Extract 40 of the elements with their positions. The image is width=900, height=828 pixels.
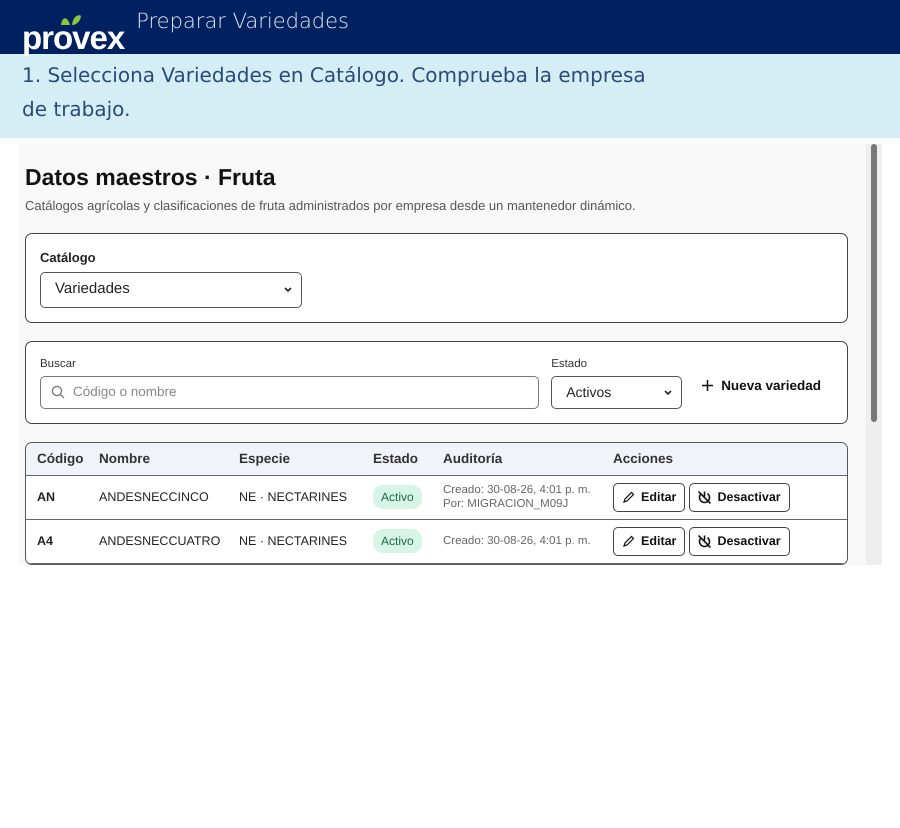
chevron-icon xyxy=(283,285,293,294)
status-select[interactable]: Activos xyxy=(551,376,682,409)
chevron-icon xyxy=(663,388,674,397)
status-badge: Activo xyxy=(373,485,422,510)
status-badge: Activo xyxy=(373,529,422,554)
page-title: Preparar Variedades xyxy=(136,8,349,35)
pencil-icon xyxy=(622,490,635,504)
leaf-icon xyxy=(60,14,82,26)
column-header: Acciones xyxy=(613,450,674,468)
table-cell-text: AN xyxy=(37,488,56,506)
column-header: Nombre xyxy=(99,450,152,468)
deactivate-button[interactable]: Desactivar xyxy=(689,526,790,556)
column-header: Especie xyxy=(239,450,292,468)
deactivate-button[interactable]: Desactivar xyxy=(689,482,790,512)
instruction-text: 1. Selecciona Variedades en Catálogo. Comprueba la empresa de trabajo. xyxy=(22,62,647,123)
audit-text: Creado: 30-08-26, 4:01 p. m. Por: MIGRACION_M09J xyxy=(443,483,592,512)
edit-button[interactable]: Editar xyxy=(613,526,686,556)
search-icon xyxy=(51,385,65,400)
column-header: Estado xyxy=(373,450,420,468)
table-cell-text: A4 xyxy=(37,532,54,550)
new-variety-button[interactable]: Nueva variedad xyxy=(690,372,833,400)
table-cell-text: ANDESNECCUATRO xyxy=(99,532,222,550)
table-cell-text: NE · NECTARINES xyxy=(239,532,348,550)
power-off-icon xyxy=(698,490,712,504)
power-off-icon xyxy=(698,534,712,548)
field-label: Buscar xyxy=(40,356,77,372)
plus-icon xyxy=(702,380,714,392)
audit-text: Creado: 30-08-26, 4:01 p. m. xyxy=(443,534,592,548)
table-cell-text: NE · NECTARINES xyxy=(239,488,348,506)
field-label: Catálogo xyxy=(40,249,97,268)
page-subtitle: Catálogos agrícolas y clasificaciones de fruta administrados por empresa desde un mantenedor dinámico. xyxy=(25,196,637,215)
search-field[interactable]: Código o nombre xyxy=(40,376,540,409)
pencil-icon xyxy=(622,534,635,548)
table-cell-text: ANDESNECCINCO xyxy=(99,488,210,506)
column-header: Auditoría xyxy=(443,450,504,468)
column-header: Código xyxy=(37,450,84,468)
field-label: Estado xyxy=(551,356,588,372)
catalog-select[interactable]: Variedades xyxy=(40,272,302,308)
page-heading: Datos maestros · Fruta xyxy=(25,164,277,192)
edit-button[interactable]: Editar xyxy=(613,482,686,512)
